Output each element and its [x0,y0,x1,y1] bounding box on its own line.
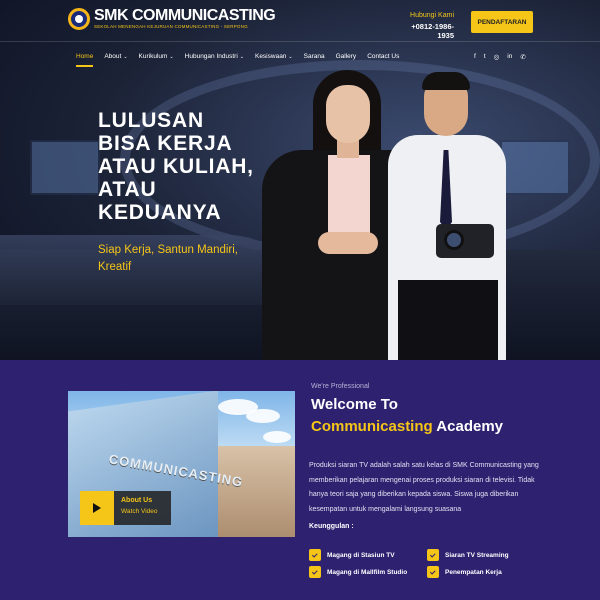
nav-item-label: Home [76,53,94,60]
chevron-down-icon: ⌄ [169,54,174,60]
nav-item-contact-us[interactable]: Contact Us [367,53,399,60]
hero-tagline: Siap Kerja, Santun Mandiri, Kreatif [98,244,238,273]
contact-label: Hubungi Kami [410,12,454,19]
chevron-down-icon: ⌄ [123,54,128,60]
nav-item-about[interactable]: About ⌄ [104,53,127,60]
about-video-button[interactable]: About Us Watch Video [80,491,171,525]
title-rest: Academy [432,418,503,435]
section-title-line2: Communicasting Academy [311,418,503,435]
nav-item-label: Kesiswaan [254,53,287,60]
chevron-down-icon: ⌄ [239,54,244,60]
studio-screen [500,140,570,195]
section-eyebrow: We're Professional [311,383,370,390]
play-icon[interactable] [80,491,114,525]
contact-phone[interactable]: +0812-1986-1935 [404,22,454,40]
feature-label: Magang di Mallfilm Studio [327,568,408,576]
section-description: Produksi siaran TV adalah salah satu kel… [309,462,539,513]
contact-info: Hubungi Kami +0812-1986-1935 [404,12,454,40]
nav-item-gallery[interactable]: Gallery [336,53,357,60]
check-icon [309,549,321,561]
nav-item-label: Contact Us [367,53,400,60]
linkedin-icon[interactable]: in [507,53,512,61]
studio-screen [30,140,100,195]
nav-item-sarana[interactable]: Sarana [304,53,325,60]
feature-item: Siaran TV Streaming [427,549,509,561]
logo-emblem-icon [68,8,90,30]
feature-label: Siaran TV Streaming [445,551,509,559]
nav-item-kesiswaan[interactable]: Kesiswaan ⌄ [255,53,293,60]
section-title-line1: Welcome To [311,396,398,413]
headline-line: KEDUANYA [98,201,222,224]
nav-item-label: Hubungan Industri [184,53,238,60]
headline-line: ATAU KULIAH, [98,155,254,178]
nav-item-label: Gallery [335,53,357,60]
headline-line: BISA KERJA [98,132,233,155]
nav-item-label: Kurikulum [138,53,168,60]
nav-item-home[interactable]: Home [76,53,94,67]
check-icon [427,549,439,561]
nav-item-hubungan-industri[interactable]: Hubungan Industri ⌄ [185,53,244,60]
check-icon [427,566,439,578]
feature-item: Magang di Stasiun TV [309,549,395,561]
title-highlight: Communicasting [311,418,433,435]
check-icon [309,566,321,578]
logo-title: SMK COMMUNICASTING [94,7,276,24]
main-nav: Home About ⌄ Kurikulum ⌄ Hubungan Industri ⌄ Ke… [76,53,410,67]
feature-label: Penempatan Kerja [445,568,502,576]
features-heading: Keunggulan : [309,523,354,530]
feature-label: Magang di Stasiun TV [327,551,395,559]
chevron-down-icon: ⌄ [288,54,293,60]
headline-line: ATAU [98,178,157,201]
feature-item: Magang di Mallfilm Studio [309,566,407,578]
skype-icon[interactable]: ✆ [520,53,525,61]
social-links: f t ◎ in ✆ [474,53,526,61]
hero-headline: LULUSAN BISA KERJA ATAU KULIAH, ATAU KED… [98,109,318,224]
logo-subtitle: SEKOLAH MENENGAH KEJURUAN COMMUNICASTING… [94,24,248,29]
nav-item-label: About [104,53,122,60]
nav-item-kurikulum[interactable]: Kurikulum ⌄ [139,53,174,60]
pendaftaran-button[interactable]: PENDAFTARAN [471,11,533,33]
facebook-icon[interactable]: f [474,53,476,61]
headline-line: LULUSAN [98,109,204,132]
about-button-subtitle: Watch Video [121,508,158,515]
nav-item-label: Sarana [303,53,325,60]
instagram-icon[interactable]: ◎ [494,53,500,61]
site-logo[interactable]: SMK COMMUNICASTING SEKOLAH MENENGAH KEJU… [68,7,276,30]
header-divider [0,41,600,42]
about-button-title: About Us [121,497,153,504]
feature-item: Penempatan Kerja [427,566,502,578]
twitter-icon[interactable]: t [484,53,486,61]
